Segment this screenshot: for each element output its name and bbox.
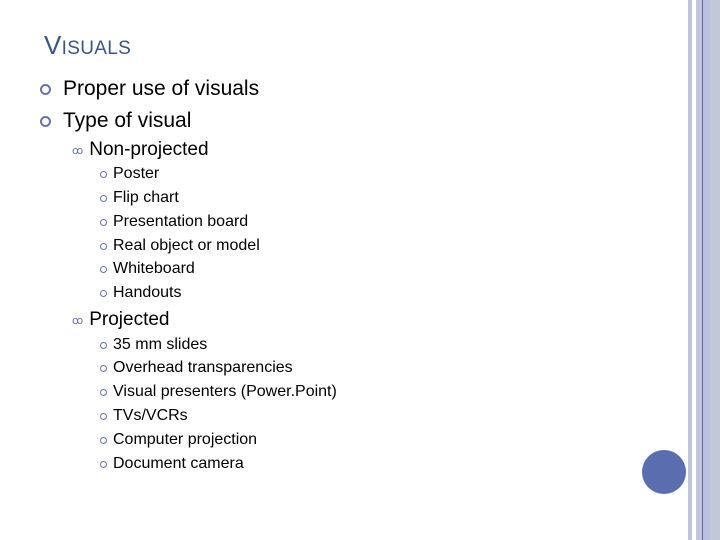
decorative-stripe [703, 0, 710, 540]
item-text: Whiteboard [113, 260, 195, 277]
subheading-non-projected: ꝏ Non-projected [72, 139, 209, 161]
small-circle-bullet-icon [100, 388, 107, 396]
list-item: Document camera [100, 455, 244, 473]
bullet-item: Type of visual [40, 109, 191, 133]
small-circle-bullet-icon [100, 341, 107, 349]
item-text: Computer projection [113, 431, 258, 448]
list-item: Handouts [100, 284, 182, 302]
small-circle-bullet-icon [100, 412, 107, 420]
decorative-stripe [710, 0, 720, 540]
list-item: Poster [100, 165, 159, 183]
list-item: Computer projection [100, 431, 257, 449]
small-circle-bullet-icon [100, 194, 107, 202]
list-item: Visual presenters (Power.Point) [100, 383, 337, 401]
small-circle-bullet-icon [100, 170, 107, 178]
item-text: Poster [113, 165, 160, 182]
accent-circle [642, 450, 686, 494]
list-item: 35 mm slides [100, 336, 207, 354]
item-text: 35 mm slides [113, 336, 208, 353]
item-text: Presentation board [113, 213, 249, 230]
bullet-item: Proper use of visuals [40, 77, 259, 101]
subheading-projected: ꝏ Projected [72, 309, 170, 331]
title-initial: V [44, 30, 62, 60]
list-item: TVs/VCRs [100, 407, 188, 425]
list-item: Overhead transparencies [100, 359, 293, 377]
circle-bullet-icon [40, 83, 51, 95]
bullet-text: Proper use of visuals [63, 77, 260, 100]
small-circle-bullet-icon [100, 460, 107, 468]
small-circle-bullet-icon [100, 289, 107, 297]
small-circle-bullet-icon [100, 242, 107, 250]
subheading-text: Non-projected [89, 139, 209, 160]
list-item: Real object or model [100, 237, 260, 255]
small-circle-bullet-icon [100, 436, 107, 444]
item-text: TVs/VCRs [113, 407, 188, 424]
list-item: Whiteboard [100, 260, 195, 278]
circle-bullet-icon [40, 115, 51, 127]
small-circle-bullet-icon [100, 364, 107, 372]
title-rest: ISUALS [61, 38, 132, 59]
subheading-text: Projected [89, 309, 170, 330]
list-item: Flip chart [100, 189, 179, 207]
item-text: Document camera [113, 455, 244, 472]
bullet-text: Type of visual [63, 109, 192, 132]
small-circle-bullet-icon [100, 218, 107, 226]
item-text: Real object or model [113, 237, 260, 254]
item-text: Flip chart [113, 189, 179, 206]
item-text: Overhead transparencies [113, 359, 293, 376]
swirl-bullet-icon: ꝏ [72, 143, 84, 157]
decorative-stripe [688, 0, 692, 540]
item-text: Handouts [113, 284, 182, 301]
slide-title: VISUALS [44, 30, 131, 61]
item-text: Visual presenters (Power.Point) [113, 383, 337, 400]
list-item: Presentation board [100, 213, 248, 231]
swirl-bullet-icon: ꝏ [72, 313, 84, 327]
small-circle-bullet-icon [100, 265, 107, 273]
